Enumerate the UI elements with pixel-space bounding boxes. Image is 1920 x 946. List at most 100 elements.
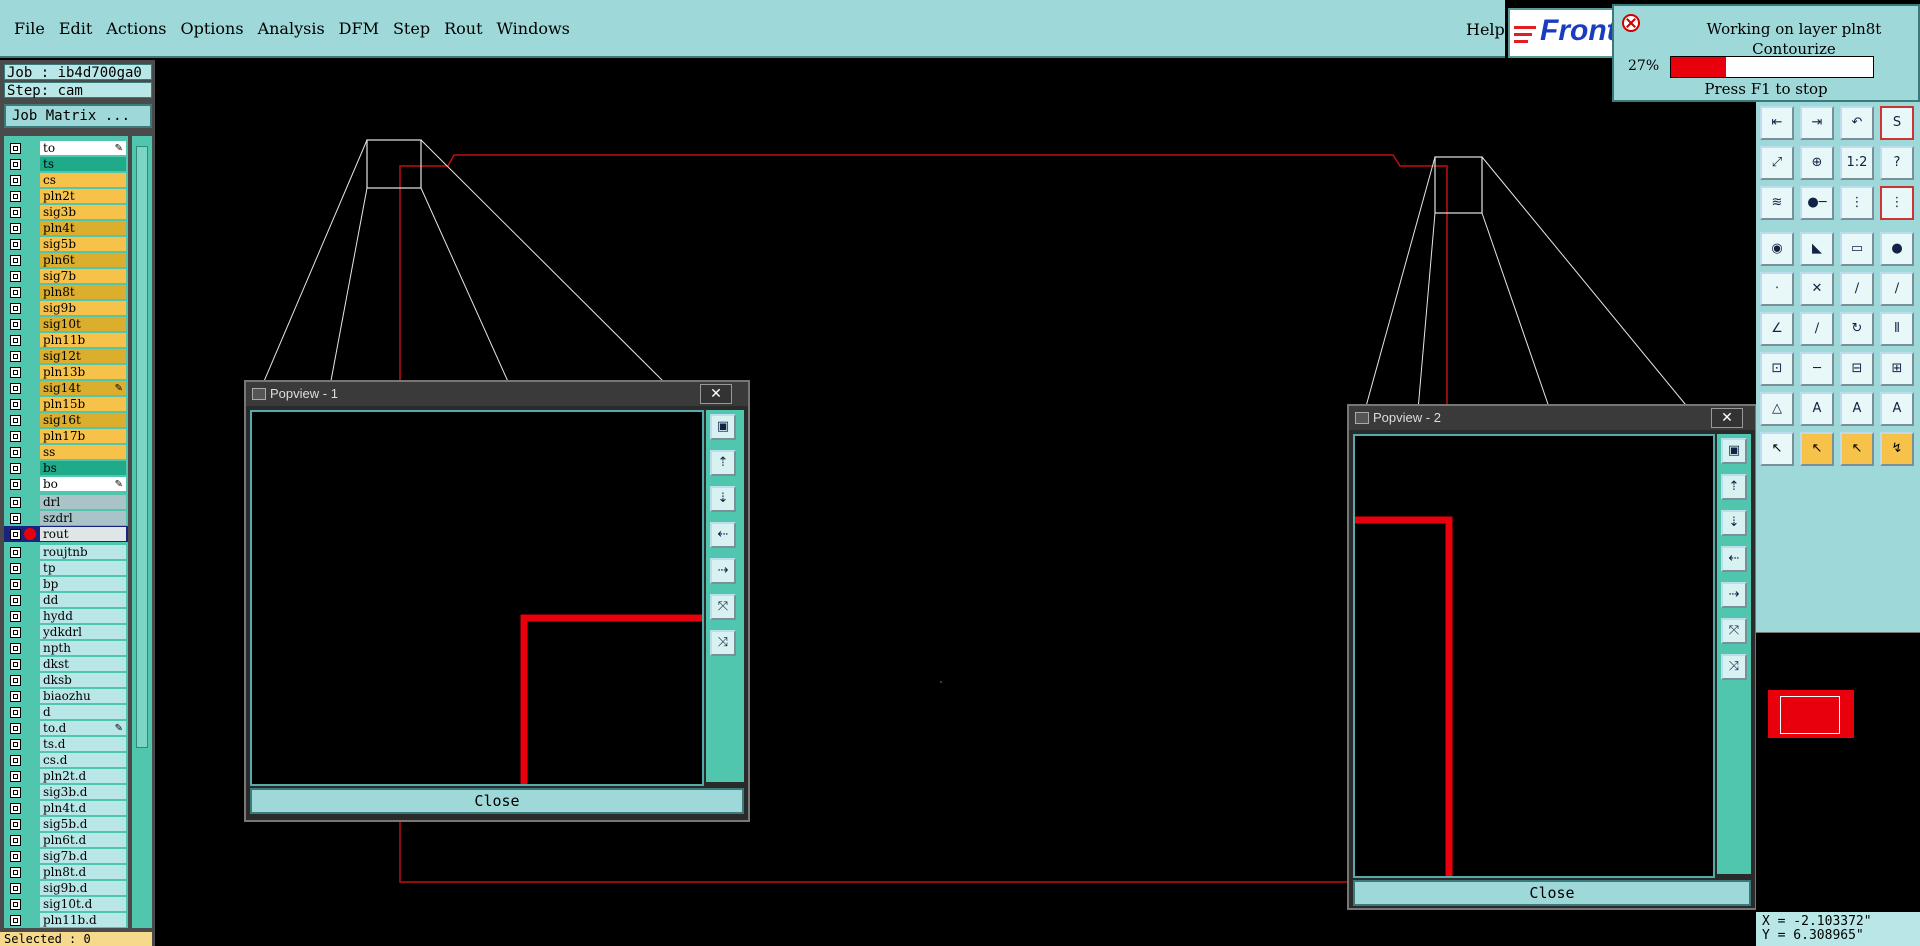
layer-row[interactable]: pln13b — [4, 364, 128, 380]
popview-2-canvas[interactable] — [1353, 434, 1715, 878]
layer-row[interactable]: sig12t — [4, 348, 128, 364]
layer-checkbox[interactable] — [10, 497, 21, 508]
layer-name[interactable]: ts.d — [40, 737, 126, 751]
layer-row[interactable]: pln6t — [4, 252, 128, 268]
layer-checkbox[interactable] — [10, 803, 21, 814]
move-down-icon[interactable]: ⇣ — [1721, 510, 1747, 536]
layer-checkbox[interactable] — [10, 915, 21, 926]
circle-icon[interactable]: ● — [1880, 232, 1914, 266]
layer-name[interactable]: biaozhu — [40, 689, 126, 703]
layer-row[interactable]: sig16t — [4, 412, 128, 428]
layer-checkbox[interactable] — [10, 351, 21, 362]
layer-row[interactable]: sig3b — [4, 204, 128, 220]
layer-name[interactable]: bs — [40, 461, 126, 475]
pointer-icon[interactable]: ↖ — [1760, 432, 1794, 466]
layer-name[interactable]: sig9b — [40, 301, 126, 315]
layer-name[interactable]: sig14t ✎ — [40, 381, 126, 395]
layer-row[interactable]: sig9b.d — [4, 880, 128, 896]
layer-row[interactable]: bs — [4, 460, 128, 476]
layer-checkbox[interactable] — [10, 819, 21, 830]
layer-name[interactable]: pln4t — [40, 221, 126, 235]
layer-row[interactable]: sig14t ✎ — [4, 380, 128, 396]
move-left-icon[interactable]: ⇠ — [710, 522, 736, 548]
layer-row[interactable]: roujtnb — [4, 544, 128, 560]
pointer-snap-icon[interactable]: ↖ — [1840, 432, 1874, 466]
layer-row[interactable]: tp — [4, 560, 128, 576]
layer-row[interactable]: pln11b — [4, 332, 128, 348]
layer-row[interactable]: sig9b — [4, 300, 128, 316]
layer-name[interactable]: sig9b.d — [40, 881, 126, 895]
rotate-icon[interactable]: ↻ — [1840, 312, 1874, 346]
popview-1-close-icon[interactable]: ✕ — [700, 384, 732, 404]
zoom-out-icon[interactable]: ⤨ — [710, 630, 736, 656]
layer-row[interactable]: npth — [4, 640, 128, 656]
layer-row[interactable]: cs — [4, 172, 128, 188]
angle-icon[interactable]: ∠ — [1760, 312, 1794, 346]
layer-name[interactable]: pln11b — [40, 333, 126, 347]
layer-name[interactable]: pln8t.d — [40, 865, 126, 879]
triangle-b-icon[interactable]: A — [1840, 392, 1874, 426]
undo-view-icon[interactable]: ↶ — [1840, 106, 1874, 140]
line-node-icon[interactable]: ∕ — [1840, 272, 1874, 306]
split-icon[interactable]: ⫴ — [1880, 312, 1914, 346]
layer-name[interactable]: bp — [40, 577, 126, 591]
layer-checkbox[interactable] — [10, 223, 21, 234]
layer-checkbox[interactable] — [10, 383, 21, 394]
layer-checkbox[interactable] — [10, 643, 21, 654]
layer-checkbox[interactable] — [10, 691, 21, 702]
move-right-icon[interactable]: ⇢ — [1721, 582, 1747, 608]
layer-checkbox[interactable] — [10, 579, 21, 590]
layer-checkbox[interactable] — [10, 867, 21, 878]
layer-checkbox[interactable] — [10, 335, 21, 346]
layer-checkbox[interactable] — [10, 771, 21, 782]
layer-row[interactable]: sig5b — [4, 236, 128, 252]
layer-name[interactable]: hydd — [40, 609, 126, 623]
zoom-in-icon[interactable]: ⤧ — [710, 594, 736, 620]
layer-name[interactable]: sig10t.d — [40, 897, 126, 911]
layer-row[interactable]: szdrl — [4, 510, 128, 526]
help-icon[interactable]: ? — [1880, 146, 1914, 180]
layer-row[interactable]: pln17b — [4, 428, 128, 444]
layer-row[interactable]: pln2t.d — [4, 768, 128, 784]
layer-name[interactable]: pln6t — [40, 253, 126, 267]
layer-name[interactable]: szdrl — [40, 511, 126, 525]
group-icon[interactable]: ⊞ — [1880, 352, 1914, 386]
layer-checkbox[interactable] — [10, 563, 21, 574]
layer-checkbox[interactable] — [10, 611, 21, 622]
popview-1-close-button[interactable]: Close — [250, 788, 744, 814]
layer-row[interactable]: to.d ✎ — [4, 720, 128, 736]
popview-2-close-icon[interactable]: ✕ — [1711, 408, 1743, 428]
measure-icon[interactable]: ≋ — [1760, 186, 1794, 220]
layer-checkbox[interactable] — [10, 547, 21, 558]
layer-name[interactable]: pln15b — [40, 397, 126, 411]
layer-name[interactable]: dd — [40, 593, 126, 607]
layer-name[interactable]: pln8t — [40, 285, 126, 299]
route-icon[interactable]: ↯ — [1880, 432, 1914, 466]
layer-checkbox[interactable] — [10, 175, 21, 186]
layer-row[interactable]: cs.d — [4, 752, 128, 768]
layer-row[interactable]: sig3b.d — [4, 784, 128, 800]
move-right-icon[interactable]: ⇢ — [710, 558, 736, 584]
arc-node-icon[interactable]: ∕ — [1880, 272, 1914, 306]
redraw-icon[interactable]: S — [1880, 106, 1914, 140]
layer-checkbox[interactable] — [10, 463, 21, 474]
layer-name[interactable]: dksb — [40, 673, 126, 687]
zoom-in-icon[interactable]: ⤧ — [1721, 618, 1747, 644]
zoom-fit-icon[interactable]: ⤢ — [1760, 146, 1794, 180]
layer-name[interactable]: sig7b — [40, 269, 126, 283]
zoom-out-icon[interactable]: ⤨ — [1721, 654, 1747, 680]
layer-checkbox[interactable] — [10, 367, 21, 378]
layer-name[interactable]: pln11b.d — [40, 913, 126, 927]
layer-row[interactable]: ts.d — [4, 736, 128, 752]
layer-row[interactable]: dd — [4, 592, 128, 608]
layer-checkbox[interactable] — [10, 723, 21, 734]
layer-checkbox[interactable] — [10, 835, 21, 846]
layer-row[interactable]: bp — [4, 576, 128, 592]
job-matrix-button[interactable]: Job Matrix ... — [4, 104, 152, 128]
layer-checkbox[interactable] — [10, 239, 21, 250]
layer-row[interactable]: ts — [4, 156, 128, 172]
pad-icon[interactable]: ●─ — [1800, 186, 1834, 220]
layer-name[interactable]: sig16t — [40, 413, 126, 427]
popview-1-canvas[interactable] — [250, 410, 704, 786]
layer-row[interactable]: sig10t — [4, 316, 128, 332]
